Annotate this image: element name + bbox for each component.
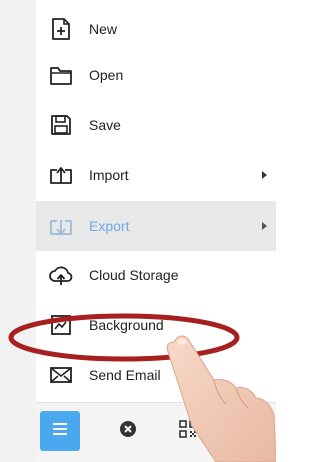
- new-file-icon: [48, 16, 74, 42]
- menu-item-cloud-storage[interactable]: Cloud Storage: [36, 250, 276, 300]
- close-circle-icon: [119, 420, 137, 443]
- menu-item-label: Background: [89, 317, 164, 333]
- submenu-arrow-icon: [262, 171, 267, 179]
- menu-item-open[interactable]: Open: [36, 50, 276, 100]
- menu-item-send-email[interactable]: Send Email: [36, 350, 276, 400]
- menu-item-label: New: [89, 21, 118, 37]
- cloud-upload-icon: [48, 262, 74, 288]
- email-icon: [48, 362, 74, 388]
- close-button[interactable]: [108, 411, 148, 451]
- file-menu: New Open Save Import Export Cloud Storag…: [36, 0, 276, 402]
- menu-item-new[interactable]: New: [36, 4, 276, 54]
- menu-item-export[interactable]: Export: [36, 201, 276, 251]
- background-image-icon: [48, 312, 74, 338]
- menu-item-save[interactable]: Save: [36, 100, 276, 150]
- menu-item-import[interactable]: Import: [36, 150, 276, 200]
- menu-item-label: Save: [89, 117, 121, 133]
- qr-code-button[interactable]: [168, 411, 208, 451]
- menu-item-label: Open: [89, 67, 124, 83]
- menu-item-label: Export: [89, 218, 130, 234]
- left-edge-panel: [0, 0, 36, 462]
- menu-item-label: Send Email: [89, 367, 161, 383]
- menu-item-label: Import: [89, 167, 129, 183]
- save-icon: [48, 112, 74, 138]
- import-icon: [48, 162, 74, 188]
- submenu-arrow-icon: [262, 222, 267, 230]
- screen: New Open Save Import Export Cloud Storag…: [0, 0, 276, 462]
- folder-open-icon: [48, 62, 74, 88]
- menu-toggle-button[interactable]: [40, 411, 80, 451]
- qr-code-icon: [179, 419, 197, 443]
- export-icon: [48, 213, 74, 239]
- menu-item-background[interactable]: Background: [36, 300, 276, 350]
- menu-item-label: Cloud Storage: [89, 267, 179, 283]
- hamburger-menu-icon: [52, 422, 68, 441]
- bottom-toolbar: [36, 402, 276, 462]
